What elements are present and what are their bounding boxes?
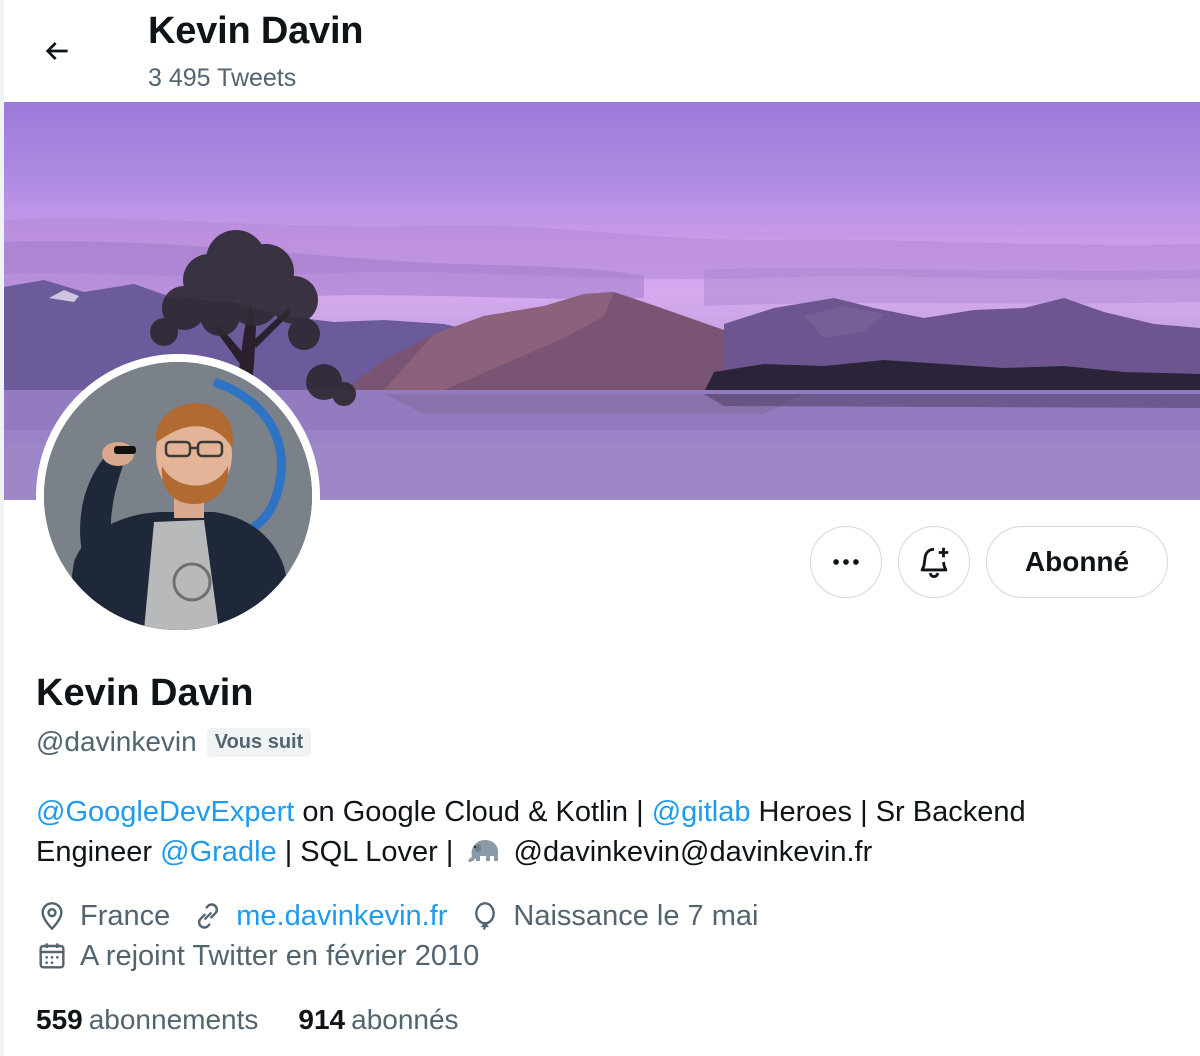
location-item: France (36, 900, 170, 933)
following-stat[interactable]: 559 abonnements (36, 1004, 258, 1036)
balloon-icon (475, 902, 496, 931)
birthday-text: Naissance le 7 mai (513, 899, 759, 932)
follow-stats: 559 abonnements 914 abonnés (36, 1000, 499, 1040)
website-link[interactable]: me.davinkevin.fr (236, 900, 447, 933)
mention-gitlab[interactable]: @gitlab (652, 796, 751, 828)
profile-header-bar: Kevin Davin 3 495 Tweets (4, 0, 1200, 102)
more-horizontal-icon (833, 559, 859, 565)
mention-googledevexpert[interactable]: @GoogleDevExpert (36, 796, 294, 828)
avatar-photo (44, 362, 312, 630)
profile-display-name: Kevin Davin (36, 672, 254, 714)
profile-bio: @GoogleDevExpert on Google Cloud & Kotli… (36, 792, 1116, 872)
website-item[interactable]: me.davinkevin.fr (192, 900, 447, 933)
following-label: abonnements (88, 1004, 259, 1035)
joined-item: A rejoint Twitter en février 2010 (36, 940, 479, 973)
link-icon (198, 903, 219, 929)
arrow-left-icon (45, 42, 68, 60)
elephant-icon (467, 840, 498, 862)
profile-handle: @davinkevin (36, 726, 197, 757)
profile-meta-row: France me.davinkevin.fr Naissance le 7 m… (36, 896, 780, 936)
following-count: 559 (36, 1004, 83, 1035)
profile-avatar[interactable] (36, 354, 320, 638)
handle-row: @davinkevin Vous suit (36, 724, 312, 760)
following-button[interactable]: Abonné (986, 526, 1168, 598)
bell-plus-icon (920, 547, 949, 578)
bio-text: | SQL Lover | (276, 836, 462, 868)
followers-label: abonnés (351, 1004, 459, 1035)
more-options-button[interactable] (810, 526, 882, 598)
location-text: France (80, 899, 171, 932)
tweet-count: 3 495 Tweets (148, 64, 297, 92)
followers-count: 914 (298, 1004, 346, 1035)
birthday-item: Naissance le 7 mai (469, 900, 758, 933)
location-pin-icon (41, 902, 63, 931)
bio-text: @davinkevin@davinkevin.fr (505, 836, 873, 868)
joined-text: A rejoint Twitter en février 2010 (80, 939, 480, 972)
notifications-button[interactable] (898, 526, 970, 598)
followers-stat[interactable]: 914 abonnés (298, 1004, 458, 1036)
header-title: Kevin Davin (148, 10, 364, 52)
calendar-icon (39, 943, 65, 969)
back-button[interactable] (34, 28, 80, 74)
profile-meta-row: A rejoint Twitter en février 2010 (36, 936, 501, 976)
bio-text: on Google Cloud & Kotlin | (294, 796, 652, 828)
mention-gradle[interactable]: @Gradle (160, 836, 276, 868)
follows-you-badge: Vous suit (206, 727, 312, 757)
